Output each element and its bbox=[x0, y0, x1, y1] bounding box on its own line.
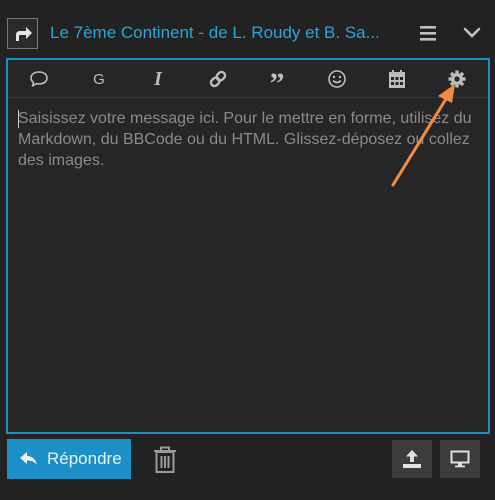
italic-icon: I bbox=[154, 67, 162, 90]
g-icon: G bbox=[93, 70, 105, 88]
message-editor: G I ” Saisissez votre message ici. Pour … bbox=[6, 58, 490, 434]
upload-button[interactable] bbox=[392, 440, 432, 478]
emoji-icon bbox=[328, 70, 346, 88]
link-button[interactable] bbox=[205, 66, 231, 92]
italic-button[interactable]: I bbox=[145, 66, 171, 92]
reply-icon bbox=[20, 452, 37, 465]
reply-arrow-icon bbox=[15, 26, 32, 41]
editor-toolbar: G I ” bbox=[8, 60, 488, 99]
calendar-button[interactable] bbox=[384, 66, 410, 92]
message-textarea[interactable]: Saisissez votre message ici. Pour le met… bbox=[18, 108, 478, 171]
quote-button[interactable] bbox=[26, 66, 52, 92]
monitor-icon bbox=[450, 450, 470, 468]
composer-header: Le 7ème Continent - de L. Roudy et B. Sa… bbox=[0, 0, 495, 56]
reply-button-label: Répondre bbox=[47, 449, 122, 468]
composer-panel: Le 7ème Continent - de L. Roudy et B. Sa… bbox=[0, 0, 495, 500]
topic-title[interactable]: Le 7ème Continent - de L. Roudy et B. Sa… bbox=[50, 22, 378, 44]
link-icon bbox=[209, 70, 227, 88]
g-button[interactable]: G bbox=[86, 66, 112, 92]
quote-bubble-icon bbox=[30, 71, 48, 87]
blockquote-button[interactable]: ” bbox=[264, 66, 290, 99]
hamburger-icon[interactable] bbox=[419, 24, 437, 42]
preview-toggle-button[interactable] bbox=[440, 440, 480, 478]
reply-button[interactable]: Répondre bbox=[7, 439, 131, 479]
options-button[interactable] bbox=[444, 66, 470, 92]
calendar-icon bbox=[389, 70, 405, 88]
trash-icon[interactable] bbox=[153, 446, 177, 474]
gear-icon bbox=[448, 70, 466, 88]
upload-icon bbox=[403, 450, 421, 468]
chevron-down-icon[interactable] bbox=[462, 24, 482, 42]
emoji-button[interactable] bbox=[324, 66, 350, 92]
blockquote-icon: ” bbox=[269, 67, 285, 100]
reply-type-button[interactable] bbox=[7, 18, 38, 49]
